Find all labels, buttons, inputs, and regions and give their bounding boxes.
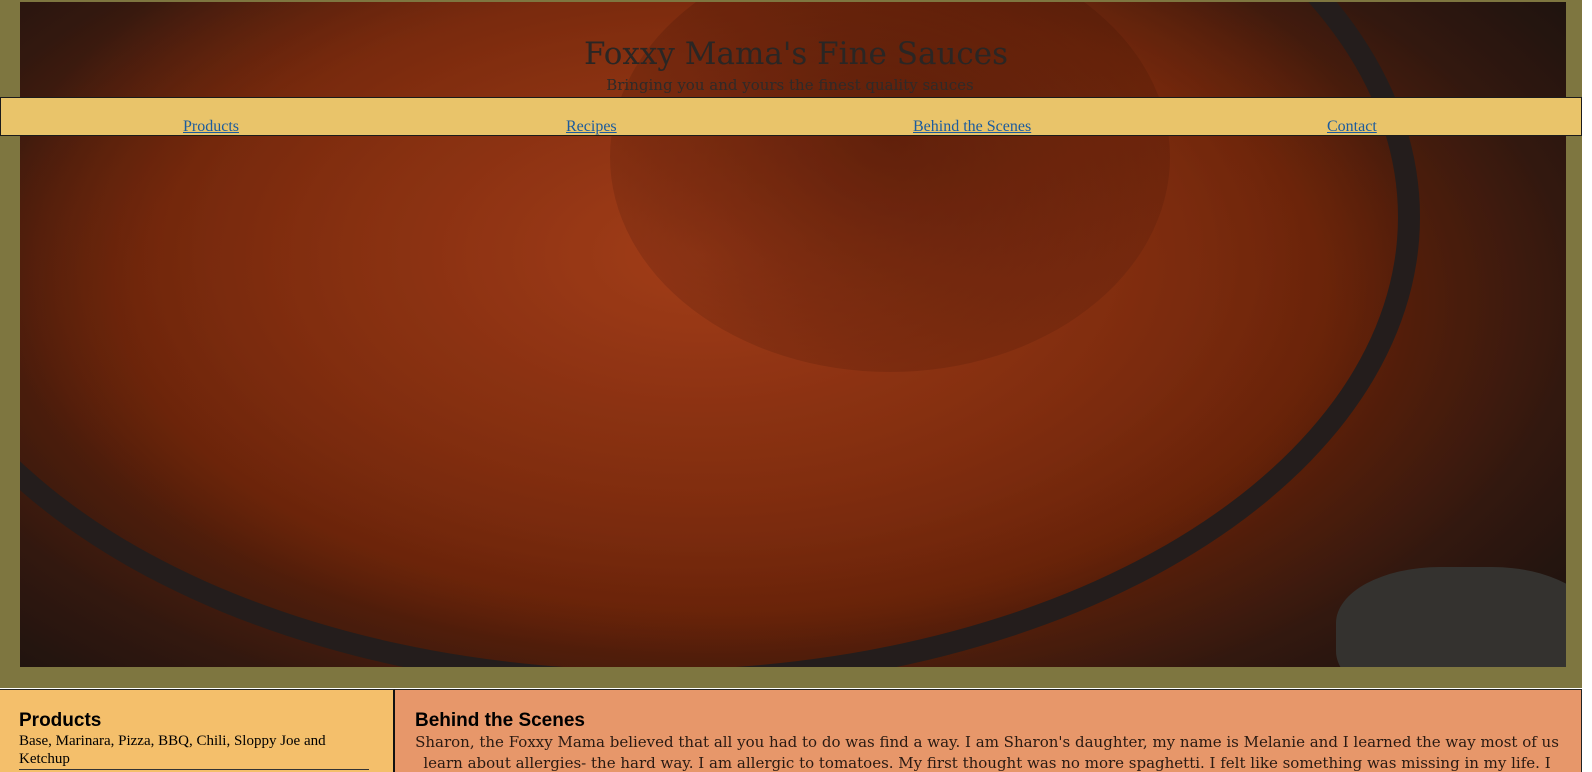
nav-link-products[interactable]: Products	[183, 118, 239, 136]
nav-link-recipes[interactable]: Recipes	[566, 118, 617, 136]
behind-the-scenes-text: Sharon, the Foxxy Mama believed that all…	[415, 733, 1559, 772]
site-tagline: Bringing you and yours the finest qualit…	[606, 76, 974, 94]
main-nav: Products Recipes Behind the Scenes Conta…	[0, 97, 1582, 136]
behind-the-scenes-section: Behind the Scenes Sharon, the Foxxy Mama…	[395, 689, 1582, 772]
products-heading: Products	[19, 710, 102, 731]
site-title: Foxxy Mama's Fine Sauces	[583, 36, 1009, 72]
products-divider	[19, 769, 369, 770]
nav-link-contact[interactable]: Contact	[1327, 118, 1377, 136]
products-list-text: Base, Marinara, Pizza, BBQ, Chili, Slopp…	[19, 733, 326, 767]
products-section: Products Base, Marinara, Pizza, BBQ, Chi…	[0, 689, 395, 772]
behind-the-scenes-heading: Behind the Scenes	[415, 710, 585, 731]
nav-link-behind-the-scenes[interactable]: Behind the Scenes	[913, 118, 1031, 136]
